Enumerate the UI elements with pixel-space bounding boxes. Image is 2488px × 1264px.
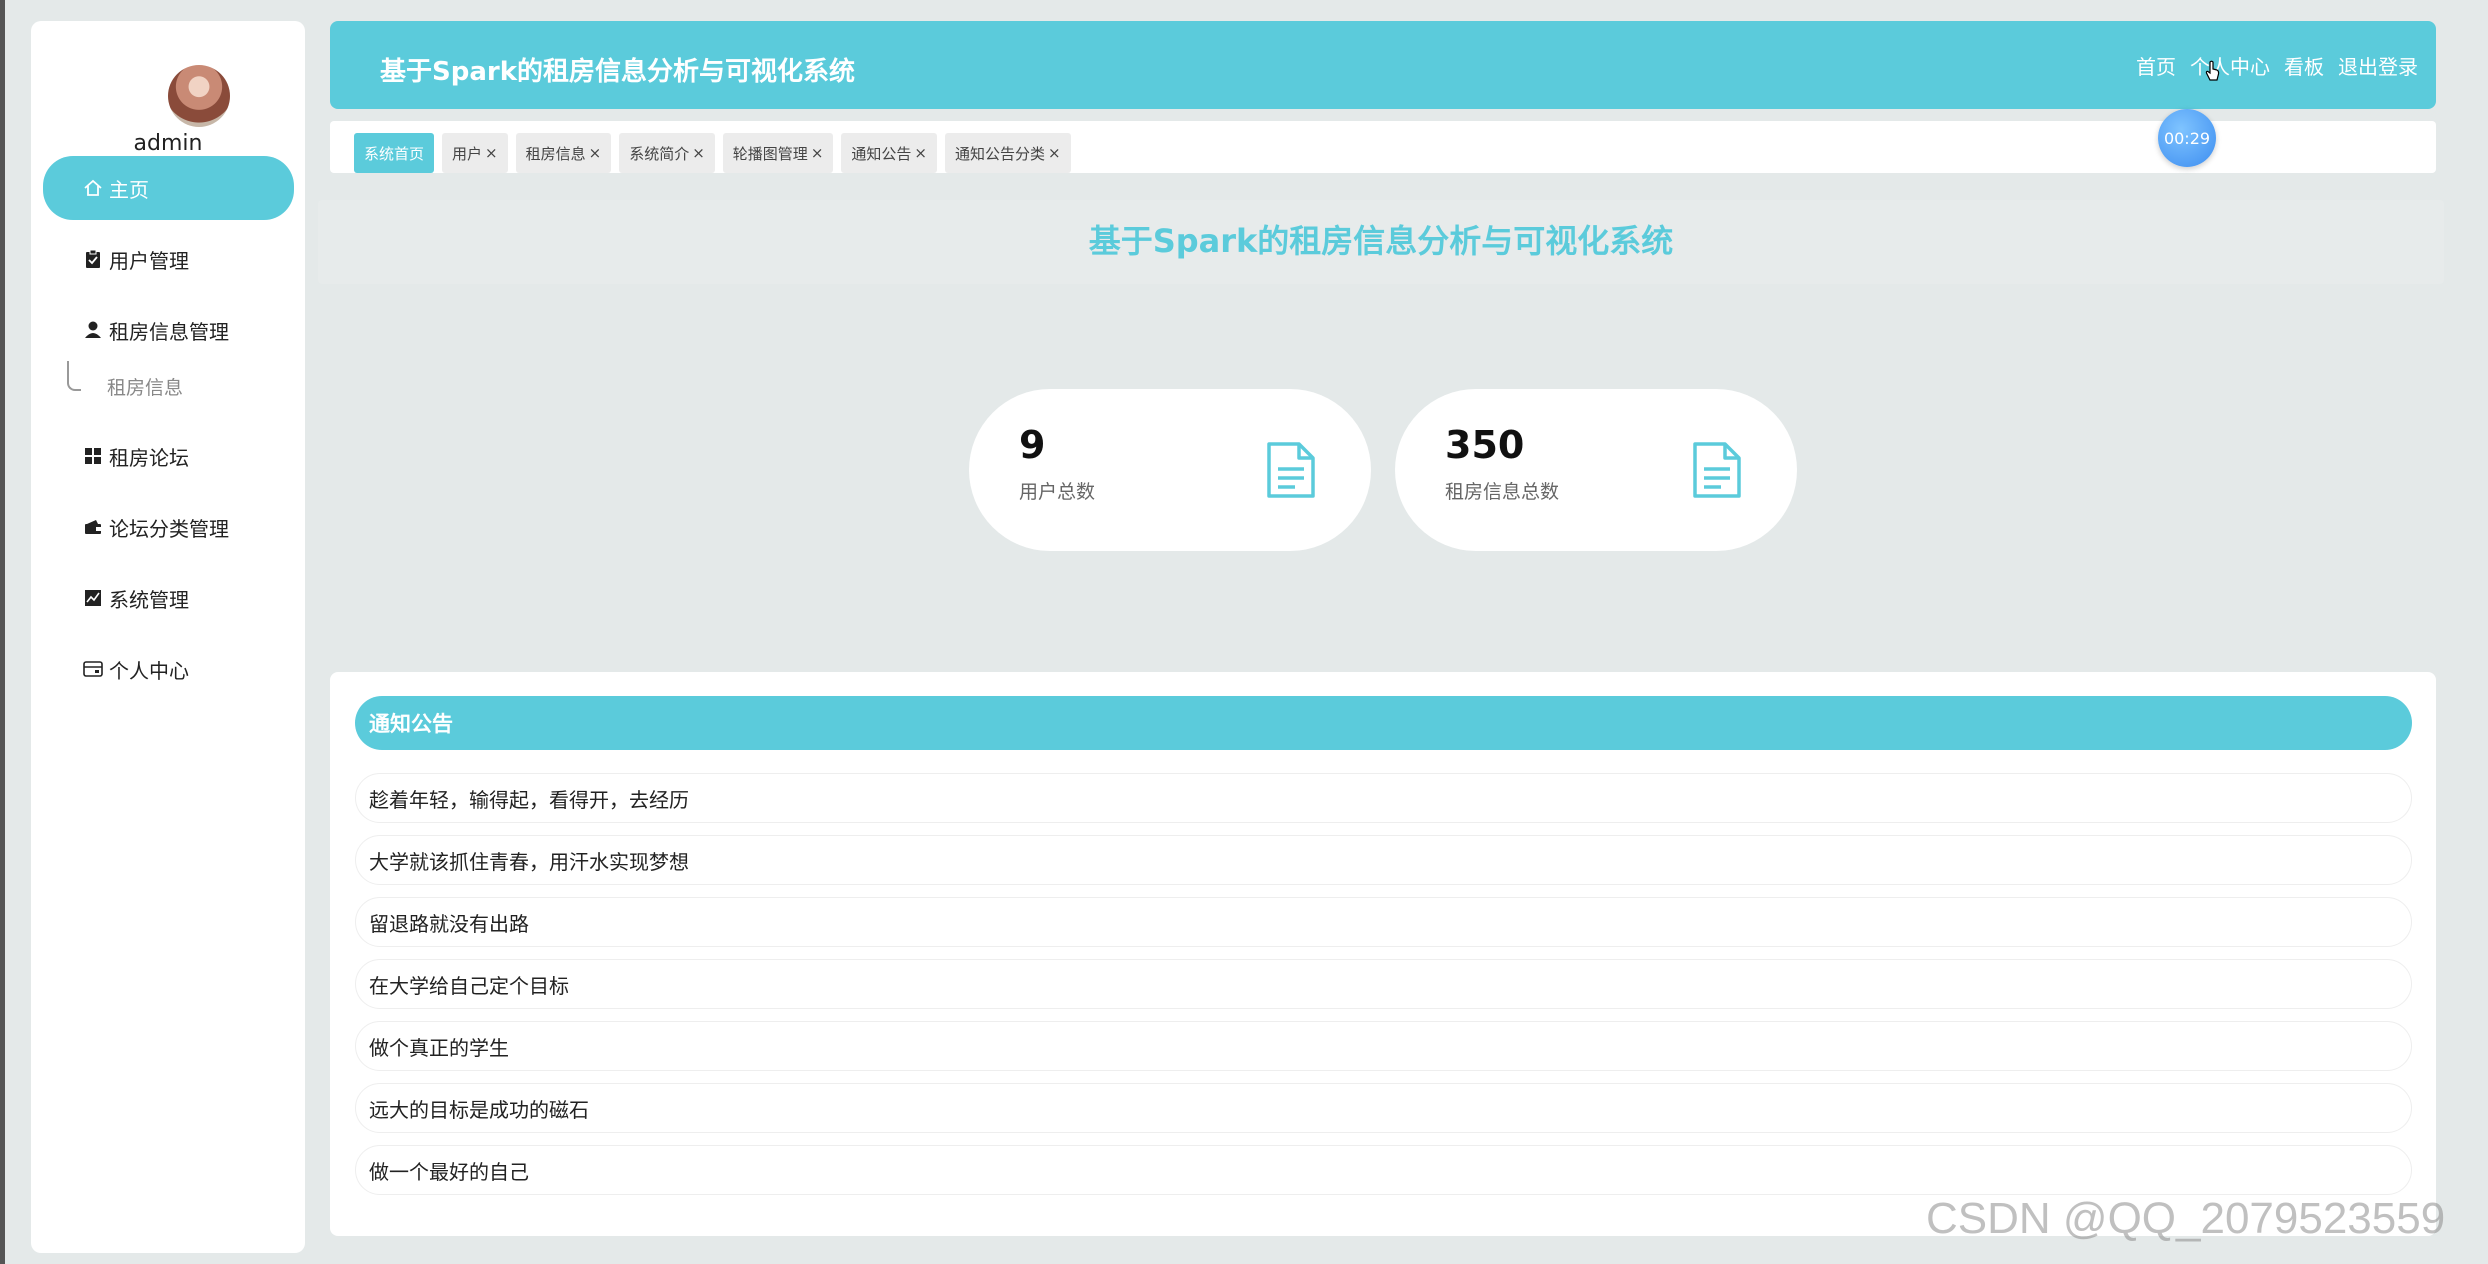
sidebar-item-personal-center[interactable]: 个人中心 (43, 637, 294, 701)
nav-personal-center-link[interactable]: 个人中心 (2190, 51, 2270, 80)
submenu-item-label[interactable]: 租房信息 (107, 373, 183, 400)
list-item[interactable]: 做个真正的学生 (355, 1021, 2412, 1071)
tab-label: 轮播图管理 (732, 144, 808, 163)
stat-card-users: 9 用户总数 (969, 389, 1371, 551)
sidebar-item-label: 用户管理 (109, 248, 189, 273)
sidebar-item-label: 租房论坛 (109, 445, 189, 470)
stat-card-rentals: 350 租房信息总数 (1395, 389, 1797, 551)
tab-carousel-management[interactable]: 轮播图管理 × (722, 133, 834, 173)
close-icon[interactable]: × (1048, 144, 1061, 162)
nav-home-link[interactable]: 首页 (2136, 51, 2176, 80)
tab-label: 系统简介 (629, 144, 690, 163)
avatar[interactable] (168, 65, 230, 127)
list-item[interactable]: 留退路就没有出路 (355, 897, 2412, 947)
stat-value: 9 (1019, 423, 1046, 467)
header-nav: 首页 个人中心 看板 退出登录 (2136, 51, 2418, 80)
tab-label: 通知公告 (851, 144, 912, 163)
page-title: 基于Spark的租房信息分析与可视化系统 (1088, 222, 1674, 260)
list-item[interactable]: 做一个最好的自己 (355, 1145, 2412, 1195)
close-icon[interactable]: × (811, 144, 824, 162)
sidebar-item-forum[interactable]: 租房论坛 (43, 424, 294, 488)
list-item[interactable]: 远大的目标是成功的磁石 (355, 1083, 2412, 1133)
list-item[interactable]: 在大学给自己定个目标 (355, 959, 2412, 1009)
sidebar-menu: 主页 用户管理 租房信息管理 租房信息 租房论坛 论坛分类管理 系统管理 个人中… (43, 156, 294, 708)
list-item[interactable]: 趁着年轻，输得起，看得开，去经历 (355, 773, 2412, 823)
notice-title: 通知公告 (355, 696, 2412, 750)
tab-user[interactable]: 用户 × (442, 133, 508, 173)
nav-dashboard-link[interactable]: 看板 (2284, 51, 2324, 80)
list-item[interactable]: 大学就该抓住青春，用汗水实现梦想 (355, 835, 2412, 885)
sidebar-item-label: 个人中心 (109, 658, 189, 683)
sidebar-item-home[interactable]: 主页 (43, 156, 294, 220)
sidebar-item-label: 主页 (109, 177, 149, 202)
document-icon (1267, 442, 1315, 498)
tab-bar: 系统首页 用户 × 租房信息 × 系统简介 × 轮播图管理 × 通知公告 × 通知公告分类… (330, 121, 2436, 173)
sidebar-item-label: 系统管理 (109, 587, 189, 612)
tabs: 系统首页 用户 × 租房信息 × 系统简介 × 轮播图管理 × 通知公告 × 通知公告分类… (354, 133, 1071, 173)
close-icon[interactable]: × (485, 144, 498, 162)
document-icon (1693, 442, 1741, 498)
grid-icon (83, 446, 103, 466)
top-header: 基于Spark的租房信息分析与可视化系统 首页 个人中心 看板 退出登录 (330, 21, 2436, 109)
header-title: 基于Spark的租房信息分析与可视化系统 (380, 57, 855, 87)
hand-cursor-icon (2205, 60, 2220, 81)
timer-badge[interactable]: 00:29 (2158, 109, 2216, 167)
notice-list: 趁着年轻，输得起，看得开，去经历 大学就该抓住青春，用汗水实现梦想 留退路就没有… (355, 773, 2412, 1207)
sidebar-item-label: 租房信息管理 (109, 319, 229, 344)
close-icon[interactable]: × (914, 144, 927, 162)
clipboard-icon (83, 249, 103, 269)
sidebar-item-rental-management[interactable]: 租房信息管理 (43, 298, 294, 362)
page-banner: 基于Spark的租房信息分析与可视化系统 (318, 200, 2444, 284)
tab-label: 租房信息 (525, 144, 586, 163)
nav-logout-link[interactable]: 退出登录 (2338, 51, 2418, 80)
tab-system-home[interactable]: 系统首页 (354, 133, 435, 173)
username: admin (133, 131, 203, 156)
tab-notice-category[interactable]: 通知公告分类 × (944, 133, 1071, 173)
tab-label: 用户 (452, 144, 483, 163)
window-edge (0, 0, 5, 1264)
tab-system-intro[interactable]: 系统简介 × (619, 133, 715, 173)
sidebar-item-label: 论坛分类管理 (109, 516, 229, 541)
card-icon (83, 659, 103, 679)
close-icon[interactable]: × (589, 144, 602, 162)
stat-label: 用户总数 (1019, 481, 1096, 503)
home-icon (83, 178, 103, 198)
stat-label: 租房信息总数 (1445, 481, 1560, 503)
sidebar-item-forum-category[interactable]: 论坛分类管理 (43, 495, 294, 559)
watermark: CSDN @QQ_2079523559 (1926, 1194, 2446, 1243)
person-icon (83, 320, 103, 340)
wallet-icon (83, 517, 103, 537)
stat-value: 350 (1445, 423, 1525, 467)
tab-rental-info[interactable]: 租房信息 × (515, 133, 612, 173)
tab-label: 通知公告分类 (954, 144, 1045, 163)
chart-icon (83, 588, 103, 608)
tab-label: 系统首页 (364, 144, 425, 163)
submenu-rental-info[interactable]: 租房信息 (43, 361, 294, 417)
tab-notice[interactable]: 通知公告 × (841, 133, 937, 173)
submenu-connector (67, 361, 81, 391)
close-icon[interactable]: × (692, 144, 705, 162)
sidebar-item-user-management[interactable]: 用户管理 (43, 227, 294, 291)
sidebar: admin 主页 用户管理 租房信息管理 租房信息 租房论坛 论坛分类管理 系统… (31, 21, 305, 1253)
notice-panel: 通知公告 趁着年轻，输得起，看得开，去经历 大学就该抓住青春，用汗水实现梦想 留… (330, 672, 2436, 1236)
sidebar-item-system[interactable]: 系统管理 (43, 566, 294, 630)
